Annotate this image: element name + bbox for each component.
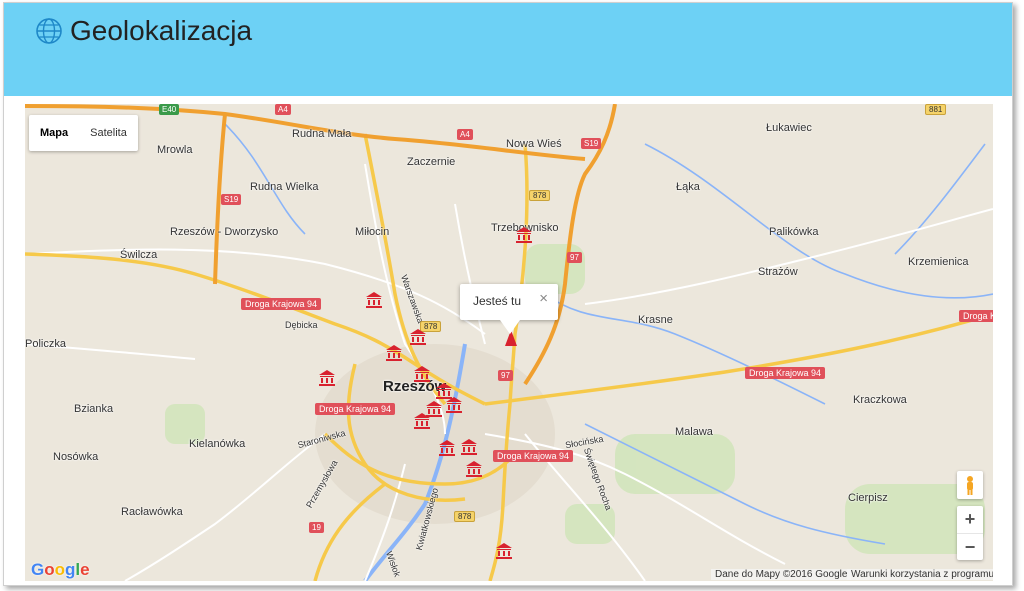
place-label: Nosówka: [53, 451, 99, 463]
road-badge-dk94: Droga Krajowa 94: [241, 298, 322, 310]
map-data-attribution: Dane do Mapy ©2016 Google: [711, 569, 852, 580]
place-label: Krasne: [638, 314, 673, 326]
bank-marker-icon[interactable]: [365, 291, 383, 309]
bank-marker-icon[interactable]: [413, 365, 431, 383]
zoom-out-button[interactable]: −: [957, 533, 983, 561]
place-label: Zaczernie: [407, 156, 456, 168]
you-are-here-info-window: Jesteś tu ×: [460, 284, 558, 334]
bank-marker-icon[interactable]: [445, 396, 463, 414]
place-label: Krzemienica: [908, 256, 969, 268]
road-badge-19: 19: [309, 522, 324, 533]
bank-marker-icon[interactable]: [413, 412, 431, 430]
info-window-tail: [500, 320, 520, 334]
place-label: Cierpisz: [848, 492, 888, 504]
road-badge-s19: S19: [221, 194, 242, 205]
geolocation-panel: Geolokalizacja Mapa Satelita Mrowla Rudn…: [3, 2, 1013, 586]
road-badge-dk94: Droga Krajowa 94: [959, 310, 993, 322]
bank-marker-icon[interactable]: [318, 369, 336, 387]
place-label: Świlcza: [120, 249, 158, 261]
place-label: Rudna Mała: [292, 128, 352, 140]
bank-marker-icon[interactable]: [495, 542, 513, 560]
place-label: Miłocin: [355, 226, 390, 238]
road-badge-878: 878: [454, 511, 476, 522]
road-badge-dk94: Droga Krajowa 94: [745, 367, 826, 379]
google-logo: Google: [31, 560, 90, 579]
place-label: Malawa: [675, 426, 713, 438]
road-badge-dk94: Droga Krajowa 94: [315, 403, 396, 415]
bank-marker-icon[interactable]: [515, 226, 533, 244]
place-label: Nowa Wieś: [506, 138, 562, 150]
place-label: Bzianka: [74, 403, 114, 415]
bank-marker-icon[interactable]: [438, 439, 456, 457]
road-badge-s19: S19: [581, 138, 602, 149]
place-label: Racławówka: [121, 506, 183, 518]
pegman-icon[interactable]: [957, 471, 983, 499]
road-badge-e40: E40: [159, 104, 180, 115]
road-badge-97: 97: [498, 370, 513, 381]
google-map[interactable]: Mapa Satelita Mrowla Rudna Mała Zaczerni…: [25, 104, 993, 581]
place-label: Palikówka: [769, 226, 819, 238]
place-label: Kraczkowa: [853, 394, 907, 406]
place-label: Rudna Wielka: [250, 181, 319, 193]
road-badge-97: 97: [567, 252, 582, 263]
bank-marker-icon[interactable]: [385, 344, 403, 362]
zoom-in-button[interactable]: +: [957, 506, 983, 533]
road-badge-881: 881: [925, 104, 947, 115]
terms-of-use-link[interactable]: Warunki korzystania z programu: [847, 569, 993, 580]
street-label: Dębicka: [285, 320, 318, 330]
place-label: Łukawiec: [766, 122, 812, 134]
bank-marker-icon[interactable]: [409, 328, 427, 346]
place-label: Policzka: [25, 338, 66, 350]
road-badge-dk94: Droga Krajowa 94: [493, 450, 574, 462]
place-label: Rzeszów - Dworzysko: [170, 226, 279, 238]
globe-icon: [36, 18, 62, 44]
place-label: Łąka: [676, 181, 700, 193]
bank-marker-icon[interactable]: [460, 438, 478, 456]
road-badge-878: 878: [529, 190, 551, 201]
page-title: Geolokalizacja: [70, 15, 253, 46]
map-type-map-button[interactable]: Mapa: [29, 115, 79, 151]
road-badge-a4: A4: [275, 104, 291, 115]
info-window-text: Jesteś tu: [473, 294, 522, 308]
map-type-satellite-button[interactable]: Satelita: [79, 115, 138, 151]
place-label: Kielanówka: [189, 438, 246, 450]
close-icon[interactable]: ×: [539, 290, 548, 307]
road-badge-a4: A4: [457, 129, 473, 140]
zoom-control: + −: [957, 506, 983, 560]
map-type-control: Mapa Satelita: [29, 115, 138, 151]
bank-marker-icon[interactable]: [465, 460, 483, 478]
header-bar: Geolokalizacja: [4, 3, 1012, 96]
place-label: Strażów: [758, 266, 798, 278]
place-label: Mrowla: [157, 144, 193, 156]
